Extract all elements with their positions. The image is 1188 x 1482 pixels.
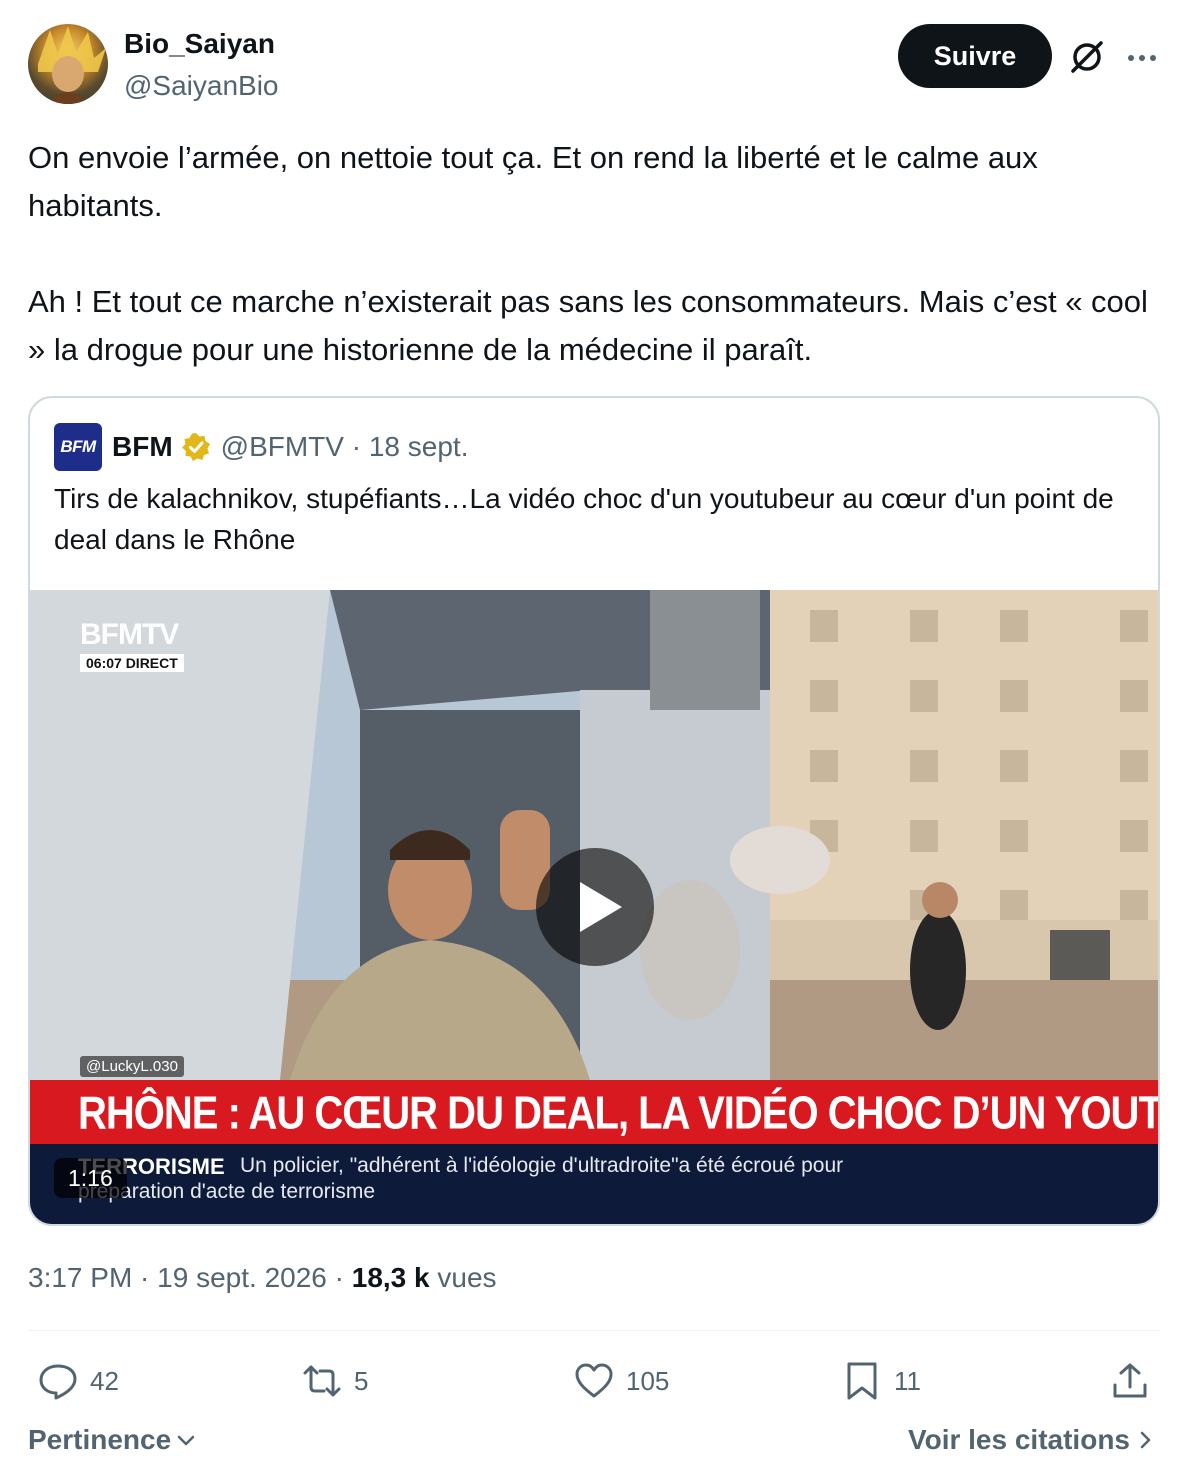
view-quotes-label: Voir les citations bbox=[908, 1424, 1130, 1455]
quoted-tweet[interactable]: BFM BFM @BFMTV · 18 sept. Tirs de kalach… bbox=[28, 396, 1160, 1226]
video-credit: @LuckyL.030 bbox=[80, 1056, 184, 1077]
author-avatar[interactable] bbox=[28, 24, 108, 104]
share-icon bbox=[1113, 1363, 1147, 1398]
play-icon bbox=[580, 882, 622, 932]
quoted-author-name[interactable]: BFM bbox=[112, 431, 173, 463]
tweet-paragraph: Ah ! Et tout ce marche n’existerait pas … bbox=[28, 284, 1157, 367]
heart-icon bbox=[575, 1363, 613, 1398]
tweet-timestamp: 3:17 PM · 19 sept. 2026 · 18,3 k vues bbox=[28, 1262, 497, 1294]
author-handle[interactable]: @SaiyanBio bbox=[124, 70, 279, 102]
repost-icon bbox=[303, 1365, 341, 1397]
like-count: 105 bbox=[626, 1365, 670, 1396]
bookmark-button[interactable]: 11 bbox=[842, 1356, 921, 1406]
chevron-right-icon bbox=[1140, 1431, 1151, 1449]
bookmark-icon bbox=[847, 1362, 877, 1400]
view-quotes-link[interactable]: Voir les citations bbox=[908, 1424, 1156, 1456]
video-duration: 1:16 bbox=[54, 1158, 127, 1198]
news-banner: RHÔNE : AU CŒUR DU DEAL, LA VIDÉO CHOC D… bbox=[30, 1080, 1158, 1144]
bfmtv-brand: BFMTV bbox=[80, 618, 179, 651]
views-label: vues bbox=[429, 1262, 497, 1293]
quoted-tweet-header: BFM BFM @BFMTV · 18 sept. bbox=[54, 422, 468, 472]
play-button[interactable] bbox=[536, 848, 654, 966]
bfmtv-logo: BFMTV 06:07 DIRECT bbox=[80, 618, 184, 673]
live-time-label: 06:07 DIRECT bbox=[80, 654, 184, 672]
more-options-icon[interactable] bbox=[1124, 40, 1160, 76]
bookmark-count: 11 bbox=[894, 1365, 921, 1396]
repost-button[interactable]: 5 bbox=[302, 1356, 368, 1406]
views-count: 18,3 k bbox=[351, 1262, 430, 1293]
bfm-avatar[interactable]: BFM bbox=[54, 423, 102, 471]
chevron-down-icon bbox=[177, 1435, 195, 1446]
news-ticker: TERRORISME Un policier, "adhérent à l'id… bbox=[30, 1144, 1158, 1224]
reply-button[interactable]: 42 bbox=[38, 1356, 119, 1406]
reply-icon bbox=[39, 1364, 77, 1400]
quoted-handle-date: @BFMTV · 18 sept. bbox=[220, 431, 469, 462]
quoted-tweet-text: Tirs de kalachnikov, stupéfiants…La vidé… bbox=[54, 483, 1114, 555]
reply-count: 42 bbox=[90, 1365, 119, 1396]
tweet-header: Bio_Saiyan @SaiyanBio Suivre bbox=[28, 22, 1160, 106]
follow-button[interactable]: Suivre bbox=[898, 24, 1052, 88]
repost-count: 5 bbox=[354, 1365, 369, 1396]
ticker-line-1: Un policier, "adhérent à l'idéologie d'u… bbox=[240, 1154, 844, 1177]
divider bbox=[28, 1330, 1160, 1331]
verified-badge-icon bbox=[181, 433, 210, 461]
share-button[interactable] bbox=[1110, 1356, 1150, 1406]
tweet-body: On envoie l’armée, on nettoie tout ça. E… bbox=[28, 134, 1168, 374]
sort-dropdown[interactable]: Pertinence bbox=[28, 1424, 197, 1456]
like-button[interactable]: 105 bbox=[574, 1356, 669, 1406]
video-player[interactable]: BFMTV 06:07 DIRECT @LuckyL.030 RHÔNE : A… bbox=[30, 590, 1158, 1224]
grok-icon[interactable] bbox=[1068, 38, 1106, 76]
author-display-name[interactable]: Bio_Saiyan bbox=[124, 28, 275, 60]
time-date[interactable]: 3:17 PM · 19 sept. 2026 · bbox=[28, 1262, 352, 1293]
tweet-paragraph: On envoie l’armée, on nettoie tout ça. E… bbox=[28, 140, 1047, 223]
sort-label: Pertinence bbox=[28, 1424, 172, 1455]
action-bar: 42 5 105 11 bbox=[28, 1356, 1160, 1406]
news-banner-text: RHÔNE : AU CŒUR DU DEAL, LA VIDÉO CHOC D… bbox=[78, 1088, 1158, 1139]
